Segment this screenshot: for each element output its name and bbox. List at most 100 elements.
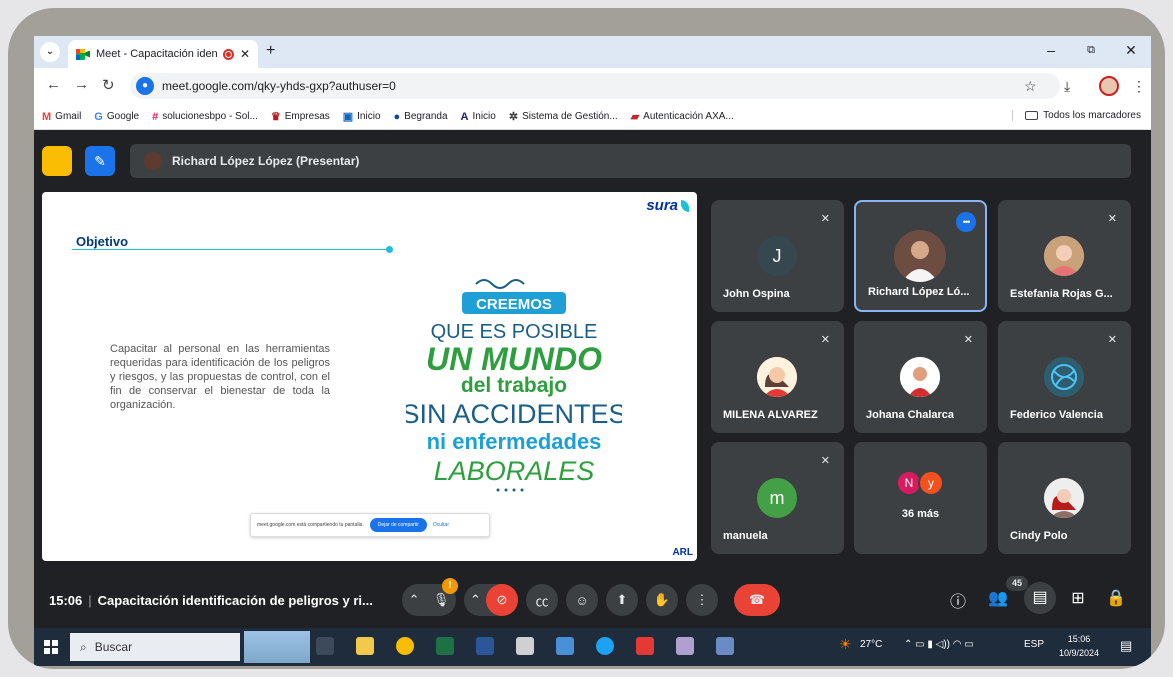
participant-tile[interactable]: Cindy Polo — [998, 442, 1131, 554]
activities-icon[interactable]: ⊞ — [1064, 588, 1092, 608]
language-indicator[interactable]: ESP — [1024, 639, 1044, 650]
edge-icon[interactable] — [596, 637, 614, 655]
participant-tile[interactable]: ✕ Johana Chalarca — [854, 321, 987, 433]
recording-icon — [222, 48, 234, 60]
site-info-icon[interactable]: ● — [136, 77, 154, 95]
participant-name: Estefania Rojas G... — [1010, 288, 1113, 300]
heading-dot — [386, 246, 393, 253]
poster-line-5: ni enfermedades — [427, 429, 602, 454]
clock[interactable]: 15:06 10/9/2024 — [1059, 632, 1099, 660]
participant-name: Cindy Polo — [1010, 530, 1068, 542]
tab-bar: ⌄ Meet - Capacitación identif ✕ + – ⧉ ✕ — [34, 36, 1151, 68]
meeting-title: Capacitación identificación de peligros … — [97, 593, 373, 608]
task-view-icon[interactable] — [316, 637, 334, 655]
chrome-icon[interactable] — [396, 637, 414, 655]
poster-line-6: LABORALES — [434, 456, 595, 486]
mic-off-icon: ✕ — [1107, 213, 1117, 225]
screen: ⌄ Meet - Capacitación identif ✕ + – ⧉ ✕ … — [34, 36, 1151, 666]
notifications-icon[interactable]: ▤ — [1120, 638, 1132, 654]
excel-icon[interactable] — [436, 637, 454, 655]
reload-icon[interactable]: ↻ — [102, 76, 115, 94]
temperature: 27°C — [860, 639, 883, 650]
restore-button[interactable]: ⧉ — [1079, 44, 1103, 57]
windows-start-icon[interactable] — [44, 640, 58, 654]
participant-tile[interactable]: ✕ m manuela — [711, 442, 844, 554]
poster-line-2: UN MUNDO — [426, 341, 602, 377]
poster-line-4: SIN ACCIDENTES — [406, 399, 622, 429]
poster-line-0: CREEMOS — [476, 296, 552, 313]
meet-icon — [76, 48, 90, 60]
tool-icon[interactable] — [716, 637, 734, 655]
bookmark-1[interactable]: G Google — [94, 111, 139, 123]
annotate-button[interactable]: ✎ — [85, 146, 115, 176]
avatar: m — [757, 478, 797, 518]
device-frame: ⌄ Meet - Capacitación identif ✕ + – ⧉ ✕ … — [8, 8, 1165, 669]
participant-tile-active[interactable]: ••• Richard López Ló... — [854, 200, 987, 312]
taskbar-search[interactable]: ⌕ Buscar — [70, 633, 240, 661]
bookmark-0[interactable]: M Gmail — [42, 111, 81, 123]
participant-tile[interactable]: ✕ J John Ospina — [711, 200, 844, 312]
word-icon[interactable] — [476, 637, 494, 655]
file-explorer-icon[interactable] — [356, 637, 374, 655]
paint-icon[interactable] — [676, 637, 694, 655]
chat-icon[interactable]: ▤ — [1024, 582, 1056, 614]
back-icon[interactable]: ← — [46, 76, 61, 93]
menu-icon[interactable]: ⋮ — [1132, 78, 1146, 95]
bookmark-5[interactable]: ● Begranda — [394, 111, 448, 123]
bookmark-8[interactable]: ▰ Autenticación AXA... — [631, 110, 734, 123]
forward-icon[interactable]: → — [74, 76, 89, 93]
tab-search-button[interactable]: ⌄ — [40, 42, 60, 62]
close-window-button[interactable]: ✕ — [1119, 42, 1143, 59]
bookmark-6[interactable]: A Inicio — [461, 111, 496, 123]
download-icon[interactable]: ⤓ — [1064, 78, 1070, 95]
all-bookmarks[interactable]: Todos los marcadores — [1012, 110, 1141, 121]
participant-tile[interactable]: ✕ MILENA ALVAREZ — [711, 321, 844, 433]
participant-tile[interactable]: ✕ Estefania Rojas G... — [998, 200, 1131, 312]
bookmark-2[interactable]: # solucionesbpo - Sol... — [152, 111, 258, 123]
folder-icon — [1025, 111, 1039, 120]
stop-sharing-button[interactable]: Dejar de compartir — [369, 518, 427, 532]
heading-underline — [72, 249, 390, 250]
windows-taskbar: ⌕ Buscar ☀ 27°C ⌃ ▭ ▮ ◁)) ◠ ▭ ESP 15:06 … — [34, 628, 1151, 666]
share-notification: meet.google.com está compartiendo tu pan… — [250, 513, 490, 537]
participant-name: manuela — [723, 530, 768, 542]
anydesk-icon[interactable] — [636, 637, 654, 655]
tab-meet[interactable]: Meet - Capacitación identif ✕ — [68, 40, 258, 68]
bookmark-7[interactable]: ✲ Sistema de Gestión... — [509, 110, 618, 123]
participant-name: John Ospina — [723, 288, 790, 300]
more-participants-tile[interactable]: N y 36 más — [854, 442, 987, 554]
tray-icons[interactable]: ⌃ ▭ ▮ ◁)) ◠ ▭ — [904, 639, 974, 650]
info-icon[interactable]: ⓘ — [944, 588, 972, 612]
bookmark-3[interactable]: ♛ Empresas — [271, 110, 330, 123]
bookmark-4[interactable]: ▣ Inicio — [343, 110, 381, 123]
host-controls-icon[interactable]: 🔒 — [1102, 588, 1130, 608]
raise-hand-icon[interactable]: ✋ — [646, 584, 678, 616]
address-bar-row: ← → ↻ ● meet.google.com/qky-yhds-gxp?aut… — [34, 68, 1151, 104]
bookmarks-bar: M Gmail G Google # solucionesbpo - Sol... ♛… — [34, 104, 1151, 130]
hide-button[interactable]: Ocultar — [433, 522, 449, 528]
tab-title: Meet - Capacitación identif — [96, 48, 217, 60]
new-tab-button[interactable]: + — [266, 42, 275, 60]
more-options-icon[interactable]: ⋮ — [686, 584, 718, 616]
participant-tile[interactable]: ✕ Federico Valencia — [998, 321, 1131, 433]
shared-slide: sura Objetivo Capacitar al personal en l… — [42, 192, 697, 561]
app-icon[interactable] — [556, 637, 574, 655]
url-bar[interactable]: ● meet.google.com/qky-yhds-gxp?authuser=… — [130, 73, 1060, 99]
calculator-icon[interactable] — [516, 637, 534, 655]
camera-off-icon[interactable]: ⊘ — [486, 584, 518, 616]
profile-avatar[interactable] — [1099, 76, 1119, 96]
minimize-button[interactable]: – — [1039, 42, 1063, 58]
poster-line-3: del trabajo — [461, 374, 567, 397]
present-button[interactable]: ⬆ — [606, 584, 638, 616]
chevron-up-icon: ⌃ — [408, 592, 420, 607]
captions-button[interactable]: ㏄ — [526, 584, 558, 616]
bookmark-star-icon[interactable]: ☆ — [1024, 78, 1037, 95]
leave-call-button[interactable]: ☎ — [734, 584, 780, 616]
more-badges: N y — [896, 470, 944, 496]
emoji-icon[interactable]: ☺ — [566, 584, 598, 616]
sura-logo: sura — [646, 197, 689, 214]
camera-off-button[interactable] — [42, 146, 72, 176]
close-tab-icon[interactable]: ✕ — [240, 47, 250, 61]
people-icon[interactable]: 👥 — [984, 588, 1012, 608]
presenter-avatar — [144, 152, 162, 170]
